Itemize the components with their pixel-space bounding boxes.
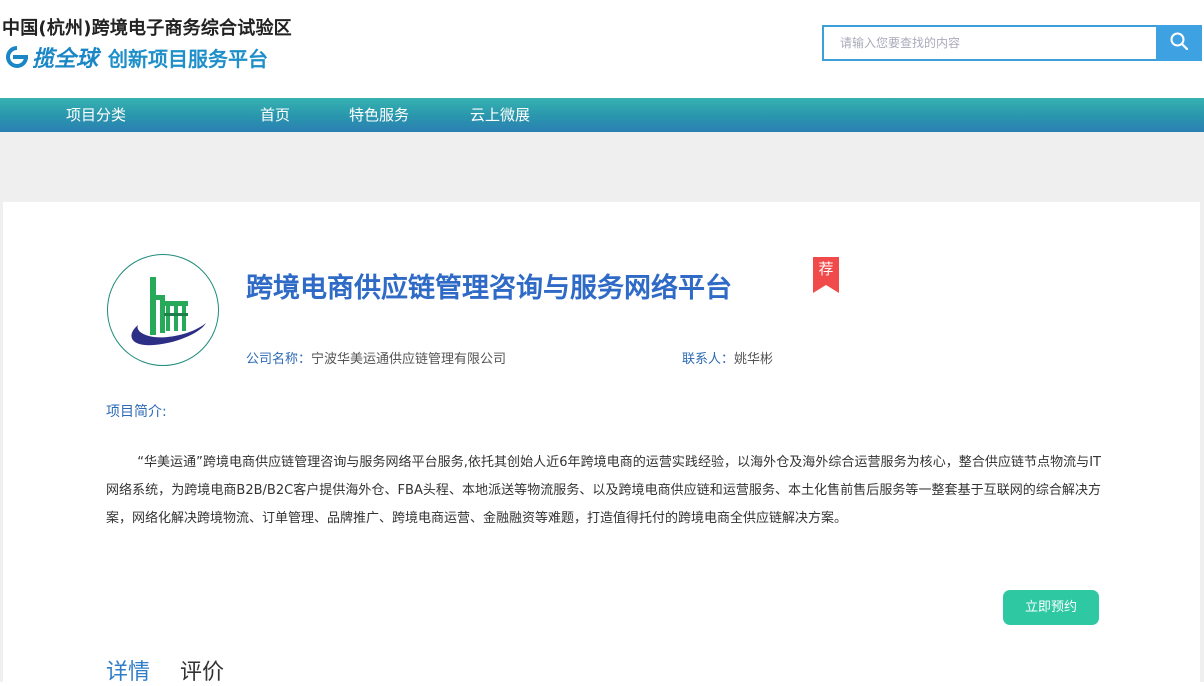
intro-text: “华美运通”跨境电商供应链管理咨询与服务网络平台服务,依托其创始人近6年跨境电商… xyxy=(106,455,1101,526)
main-nav: 项目分类 首页 特色服务 云上微展 xyxy=(0,98,1204,132)
site-header: 中国(杭州)跨境电子商务综合试验区 揽全球 创新项目服务平台 xyxy=(0,0,1204,98)
company-name: 宁波华美运通供应链管理有限公司 xyxy=(311,352,507,367)
page-banner-gap xyxy=(0,132,1204,202)
recommend-badge-text: 荐 xyxy=(818,260,834,278)
contact-label: 联系人： xyxy=(682,352,735,367)
platform-name: 创新项目服务平台 xyxy=(108,46,269,71)
contact-name: 姚华彬 xyxy=(734,352,774,367)
search-button[interactable] xyxy=(1156,25,1202,61)
site-logo[interactable]: 揽全球 创新项目服务平台 xyxy=(4,42,268,72)
brand-logo-icon xyxy=(4,44,30,70)
intro-heading: 项目简介: xyxy=(106,404,167,420)
company-logo xyxy=(107,254,219,366)
project-card: 跨境电商供应链管理咨询与服务网络平台 荐 公司名称：宁波华美运通供应链管理有限公… xyxy=(3,202,1200,685)
site-logo-title[interactable]: 中国(杭州)跨境电子商务综合试验区 xyxy=(2,14,292,40)
tab-reviews[interactable]: 评价 xyxy=(180,654,224,686)
search-input[interactable] xyxy=(822,25,1156,61)
nav-item-cloud-expo[interactable]: 云上微展 xyxy=(470,98,530,132)
nav-item-services[interactable]: 特色服务 xyxy=(349,98,409,132)
tab-details[interactable]: 详情 xyxy=(106,654,150,686)
book-now-button[interactable]: 立即预约 xyxy=(1003,590,1099,625)
recommend-badge-icon: 荐 xyxy=(813,257,839,293)
search-icon xyxy=(1169,31,1189,55)
page-gutter-right xyxy=(1200,202,1204,682)
nav-item-category[interactable]: 项目分类 xyxy=(66,98,126,132)
brand-name: 揽全球 xyxy=(32,47,99,72)
nav-item-home[interactable]: 首页 xyxy=(260,98,290,132)
detail-tabs: 详情 评价 xyxy=(106,654,254,686)
contact-info: 联系人：姚华彬 xyxy=(682,348,773,367)
search-bar xyxy=(822,25,1202,61)
company-info: 公司名称：宁波华美运通供应链管理有限公司 xyxy=(246,348,506,367)
project-title: 跨境电商供应链管理咨询与服务网络平台 xyxy=(246,273,732,304)
company-label: 公司名称： xyxy=(246,352,312,367)
